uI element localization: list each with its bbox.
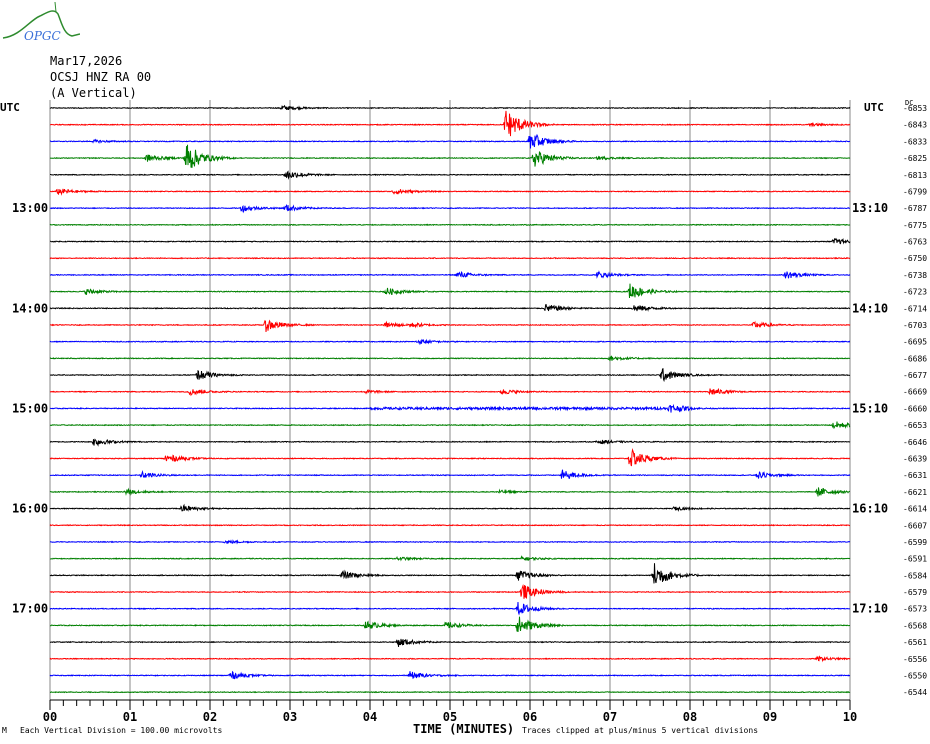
dc-offset-label: -6579 [903,588,927,597]
dc-offset-label: -6669 [903,388,927,397]
left-time-label: 13:00 [12,201,48,215]
dc-offset-label: -6584 [903,571,927,580]
dc-offset-label: -6813 [903,171,927,180]
left-utc-header: UTC [0,101,20,114]
left-time-label: 14:00 [12,301,48,315]
x-tick-label: 09 [763,710,777,724]
dc-offset-label: -6614 [903,505,927,514]
dc-offset-label: -6833 [903,137,927,146]
dc-offset-label: -6573 [903,605,927,614]
dc-offset-label: -6677 [903,371,927,380]
right-time-label: 14:10 [852,301,888,315]
right-time-label: 16:10 [852,502,888,516]
x-tick-label: 04 [363,710,377,724]
dc-offset-label: -6787 [903,204,927,213]
x-tick-label: 06 [523,710,537,724]
x-tick-label: 01 [123,710,137,724]
dc-offset-label: -6714 [903,304,927,313]
dc-offset-label: -6556 [903,655,927,664]
dc-offset-label: -6686 [903,354,927,363]
x-tick-label: 08 [683,710,697,724]
dc-offset-label: -6763 [903,238,927,247]
dc-offset-label: -6591 [903,555,927,564]
dc-offset-label: -6750 [903,254,927,263]
dc-offset-label: -6561 [903,638,927,647]
dc-offset-label: -6738 [903,271,927,280]
seismic-trace-35 [49,690,851,694]
dc-offset-label: -6646 [903,438,927,447]
seismic-trace-25 [49,524,850,527]
dc-offset-label: -6660 [903,404,927,413]
dc-offset-label: -6843 [903,121,927,130]
x-tick-label: 02 [203,710,217,724]
right-time-label: 15:10 [852,401,888,415]
dc-offset-label: -6550 [903,671,927,680]
seismic-trace-9 [49,256,851,260]
dc-offset-label: -6703 [903,321,927,330]
dc-offset-label: -6653 [903,421,927,430]
right-time-label: 17:10 [852,602,888,616]
dc-offset-label: -6723 [903,288,927,297]
x-axis-title: TIME (MINUTES) [413,722,515,736]
dc-offset-label: -6599 [903,538,927,547]
x-tick-label: 00 [43,710,57,724]
dc-offset-label: -6799 [903,187,927,196]
left-time-label: 17:00 [12,602,48,616]
left-time-label: 15:00 [12,401,48,415]
dc-offset-label: -6631 [903,471,927,480]
dc-offset-label: -6621 [903,488,927,497]
left-time-label: 16:00 [12,502,48,516]
x-tick-label: 10 [843,710,857,724]
dc-offset-label: -6695 [903,338,927,347]
seismic-trace-7 [49,223,851,227]
x-tick-label: 07 [603,710,617,724]
helicorder-page: OPGC Mar17,2026 OCSJ HNZ RA 00 (A Vertic… [0,0,930,744]
right-utc-header: UTC [864,101,884,114]
x-tick-label: 03 [283,710,297,724]
footer-mark: M [2,726,7,735]
seismogram-plot: -6853-6843-6833-6825-6813-6799-6787-6775… [0,99,927,724]
scale-note: Each Vertical Division = 100.00 microvol… [20,726,223,735]
dc-offset-label: -6607 [903,521,927,530]
clip-note: Traces clipped at plus/minus 5 vertical … [522,726,759,735]
dc-header: DC [905,99,913,107]
dc-offset-label: -6544 [903,688,927,697]
dc-offset-label: -6825 [903,154,927,163]
dc-offset-label: -6775 [903,221,927,230]
dc-offset-label: -6639 [903,454,927,463]
right-time-label: 13:10 [852,201,888,215]
dc-offset-label: -6568 [903,621,927,630]
